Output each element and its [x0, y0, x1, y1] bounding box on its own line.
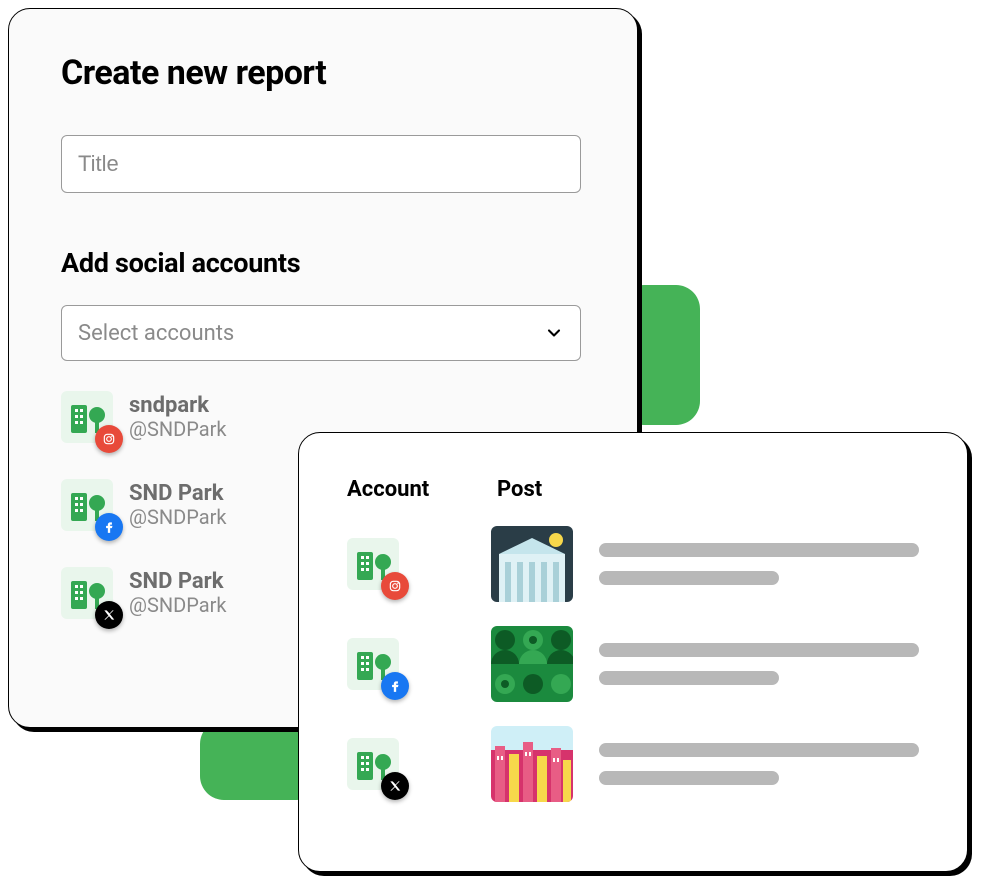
- account-avatar: [347, 538, 399, 590]
- table-row[interactable]: [347, 526, 919, 602]
- account-avatar: [347, 638, 399, 690]
- add-accounts-heading: Add social accounts: [61, 247, 585, 279]
- account-avatar: [347, 738, 399, 790]
- facebook-icon: [95, 513, 123, 541]
- account-name: SND Park: [129, 569, 227, 594]
- account-name: sndpark: [129, 393, 227, 418]
- x-icon: [381, 772, 409, 800]
- post-text-placeholder: [599, 743, 919, 785]
- account-avatar: [61, 567, 113, 619]
- post-thumbnail: [491, 526, 573, 602]
- account-avatar: [61, 391, 113, 443]
- page-title: Create new report: [61, 53, 585, 93]
- account-handle: @SNDPark: [129, 594, 227, 617]
- facebook-icon: [381, 672, 409, 700]
- instagram-icon: [381, 572, 409, 600]
- account-handle: @SNDPark: [129, 418, 227, 441]
- post-text-placeholder: [599, 643, 919, 685]
- account-name: SND Park: [129, 481, 227, 506]
- chevron-down-icon: [544, 323, 564, 343]
- select-accounts-dropdown[interactable]: Select accounts: [61, 305, 581, 361]
- report-title-input[interactable]: [61, 135, 581, 193]
- column-header-account: Account: [347, 477, 497, 502]
- account-avatar: [61, 479, 113, 531]
- column-header-post: Post: [497, 477, 542, 502]
- x-icon: [95, 601, 123, 629]
- table-row[interactable]: [347, 626, 919, 702]
- account-handle: @SNDPark: [129, 506, 227, 529]
- table-row[interactable]: [347, 726, 919, 802]
- table-header: Account Post: [347, 477, 919, 502]
- select-placeholder: Select accounts: [78, 321, 234, 346]
- post-thumbnail: [491, 626, 573, 702]
- posts-table-card: Account Post: [298, 432, 968, 872]
- post-text-placeholder: [599, 543, 919, 585]
- post-thumbnail: [491, 726, 573, 802]
- instagram-icon: [95, 425, 123, 453]
